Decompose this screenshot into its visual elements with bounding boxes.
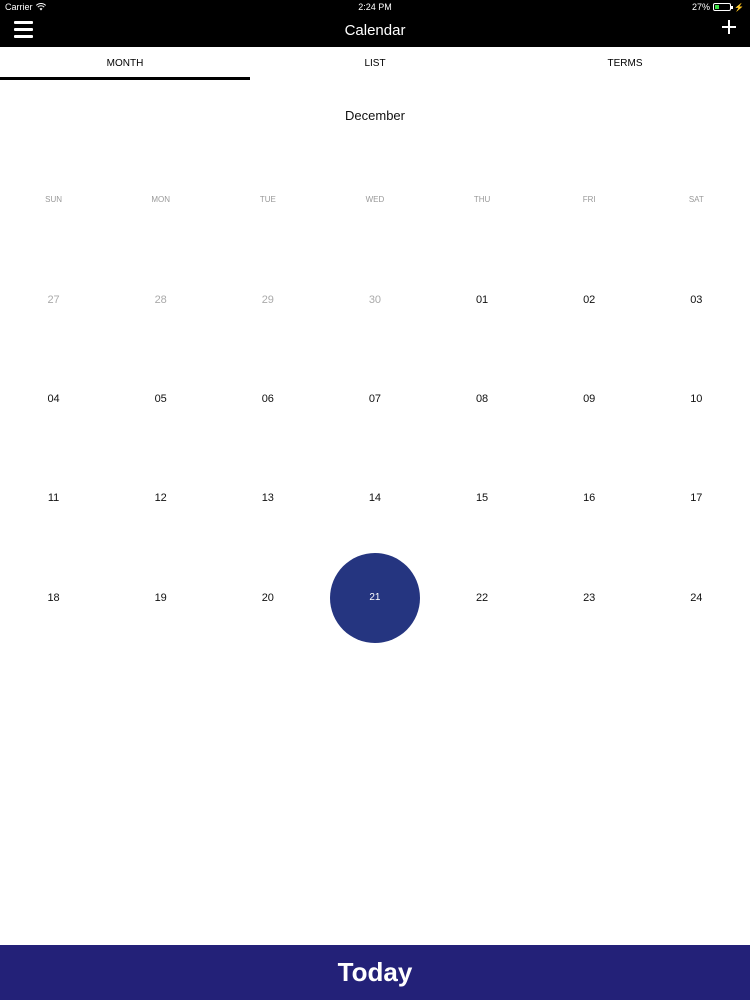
day-cell[interactable]: 10 [643, 349, 750, 448]
day-cell[interactable]: 06 [214, 349, 321, 448]
day-number: 13 [261, 492, 274, 505]
day-number: 11 [47, 492, 60, 505]
month-title: December [345, 108, 405, 123]
day-cell[interactable]: 28 [107, 250, 214, 349]
page-title: Calendar [344, 22, 406, 39]
day-number: 29 [261, 293, 274, 306]
day-cell[interactable]: 19 [107, 548, 214, 647]
day-cell[interactable]: 14 [321, 449, 428, 548]
day-cell[interactable]: 03 [643, 250, 750, 349]
day-number: 30 [368, 293, 382, 306]
day-number: 12 [154, 492, 167, 505]
weekday-label-tue: TUE [259, 195, 276, 204]
day-number: 08 [475, 392, 489, 405]
day-cell[interactable]: 16 [536, 449, 643, 548]
day-number: 02 [583, 293, 596, 306]
day-number: 15 [475, 492, 489, 505]
day-number: 28 [154, 293, 167, 306]
day-cell[interactable]: 04 [0, 349, 107, 448]
day-number: 22 [475, 591, 489, 604]
weekday-label-sun: SUN [45, 195, 62, 204]
day-cell[interactable]: 01 [429, 250, 536, 349]
day-cell[interactable]: 07 [321, 349, 428, 448]
day-number: 06 [261, 392, 274, 405]
battery-percent: 27% [692, 2, 711, 12]
day-number: 20 [261, 591, 274, 604]
day-number: 19 [154, 591, 167, 604]
top-bar: Carrier 2:24 PM 27% ⚡ Calendar [0, 0, 750, 47]
day-number: 23 [583, 591, 596, 604]
day-cell[interactable]: 27 [0, 250, 107, 349]
status-bar: Carrier 2:24 PM 27% ⚡ [0, 0, 750, 15]
day-cell[interactable]: 22 [429, 548, 536, 647]
day-number: 05 [154, 392, 167, 405]
tab-month[interactable]: MONTH [0, 47, 250, 80]
day-cell[interactable]: 12 [107, 449, 214, 548]
day-number: 24 [690, 591, 703, 604]
weekday-header: SUN MON TUE WED THU FRI SAT [0, 195, 750, 204]
day-cell[interactable]: 24 [643, 548, 750, 647]
day-number: 21 [369, 591, 381, 603]
view-tabs: MONTH LIST TERMS [0, 47, 750, 80]
day-number: 16 [583, 492, 596, 505]
add-icon[interactable] [722, 20, 736, 34]
weekday-label-wed: WED [365, 195, 385, 204]
tab-list[interactable]: LIST [250, 47, 500, 80]
day-cell[interactable]: 05 [107, 349, 214, 448]
tab-terms[interactable]: TERMS [500, 47, 750, 80]
weekday-label-sat: SAT [688, 195, 704, 204]
weekday-label-thu: THU [473, 195, 491, 204]
day-number: 10 [690, 392, 703, 405]
day-cell[interactable]: 08 [429, 349, 536, 448]
day-cell[interactable]: 13 [214, 449, 321, 548]
day-cell[interactable]: 17 [643, 449, 750, 548]
calendar-week-row: 11 12 13 14 15 16 17 [0, 449, 750, 548]
calendar-week-row: 27 28 29 30 01 02 03 [0, 250, 750, 349]
day-cell[interactable]: 11 [0, 449, 107, 548]
day-cell[interactable]: 23 [536, 548, 643, 647]
today-button[interactable]: Today [0, 945, 750, 1000]
day-number: 03 [690, 293, 703, 306]
weekday-label-mon: MON [151, 195, 171, 204]
calendar-grid: 27 28 29 30 01 02 03 04 05 06 07 08 09 10 11 12 13 14 15 16… [0, 250, 750, 647]
battery-icon [713, 3, 734, 11]
day-number: 18 [47, 591, 60, 604]
day-number: 27 [47, 293, 60, 306]
day-cell[interactable]: 15 [429, 449, 536, 548]
day-cell[interactable]: 02 [536, 250, 643, 349]
day-cell[interactable]: 09 [536, 349, 643, 448]
day-cell[interactable]: 29 [214, 250, 321, 349]
charge-icon: ⚡ [734, 2, 744, 12]
status-time: 2:24 PM [358, 2, 392, 12]
calendar-week-row: 04 05 06 07 08 09 10 [0, 349, 750, 448]
day-number: 09 [583, 392, 596, 405]
day-number: 07 [368, 392, 382, 405]
day-number: 14 [368, 492, 382, 505]
day-cell[interactable]: 20 [214, 548, 321, 647]
calendar-week-row: 18 19 20 21 22 23 24 [0, 548, 750, 647]
battery-area: 27% ⚡ [692, 2, 744, 12]
nav-bar: Calendar [0, 15, 750, 47]
day-cell-selected[interactable]: 21 [321, 548, 428, 647]
day-cell[interactable]: 30 [321, 250, 428, 349]
day-number: 04 [47, 392, 60, 405]
day-number: 17 [690, 492, 703, 505]
day-number: 01 [475, 293, 489, 306]
weekday-label-fri: FRI [582, 195, 596, 204]
day-cell[interactable]: 18 [0, 548, 107, 647]
